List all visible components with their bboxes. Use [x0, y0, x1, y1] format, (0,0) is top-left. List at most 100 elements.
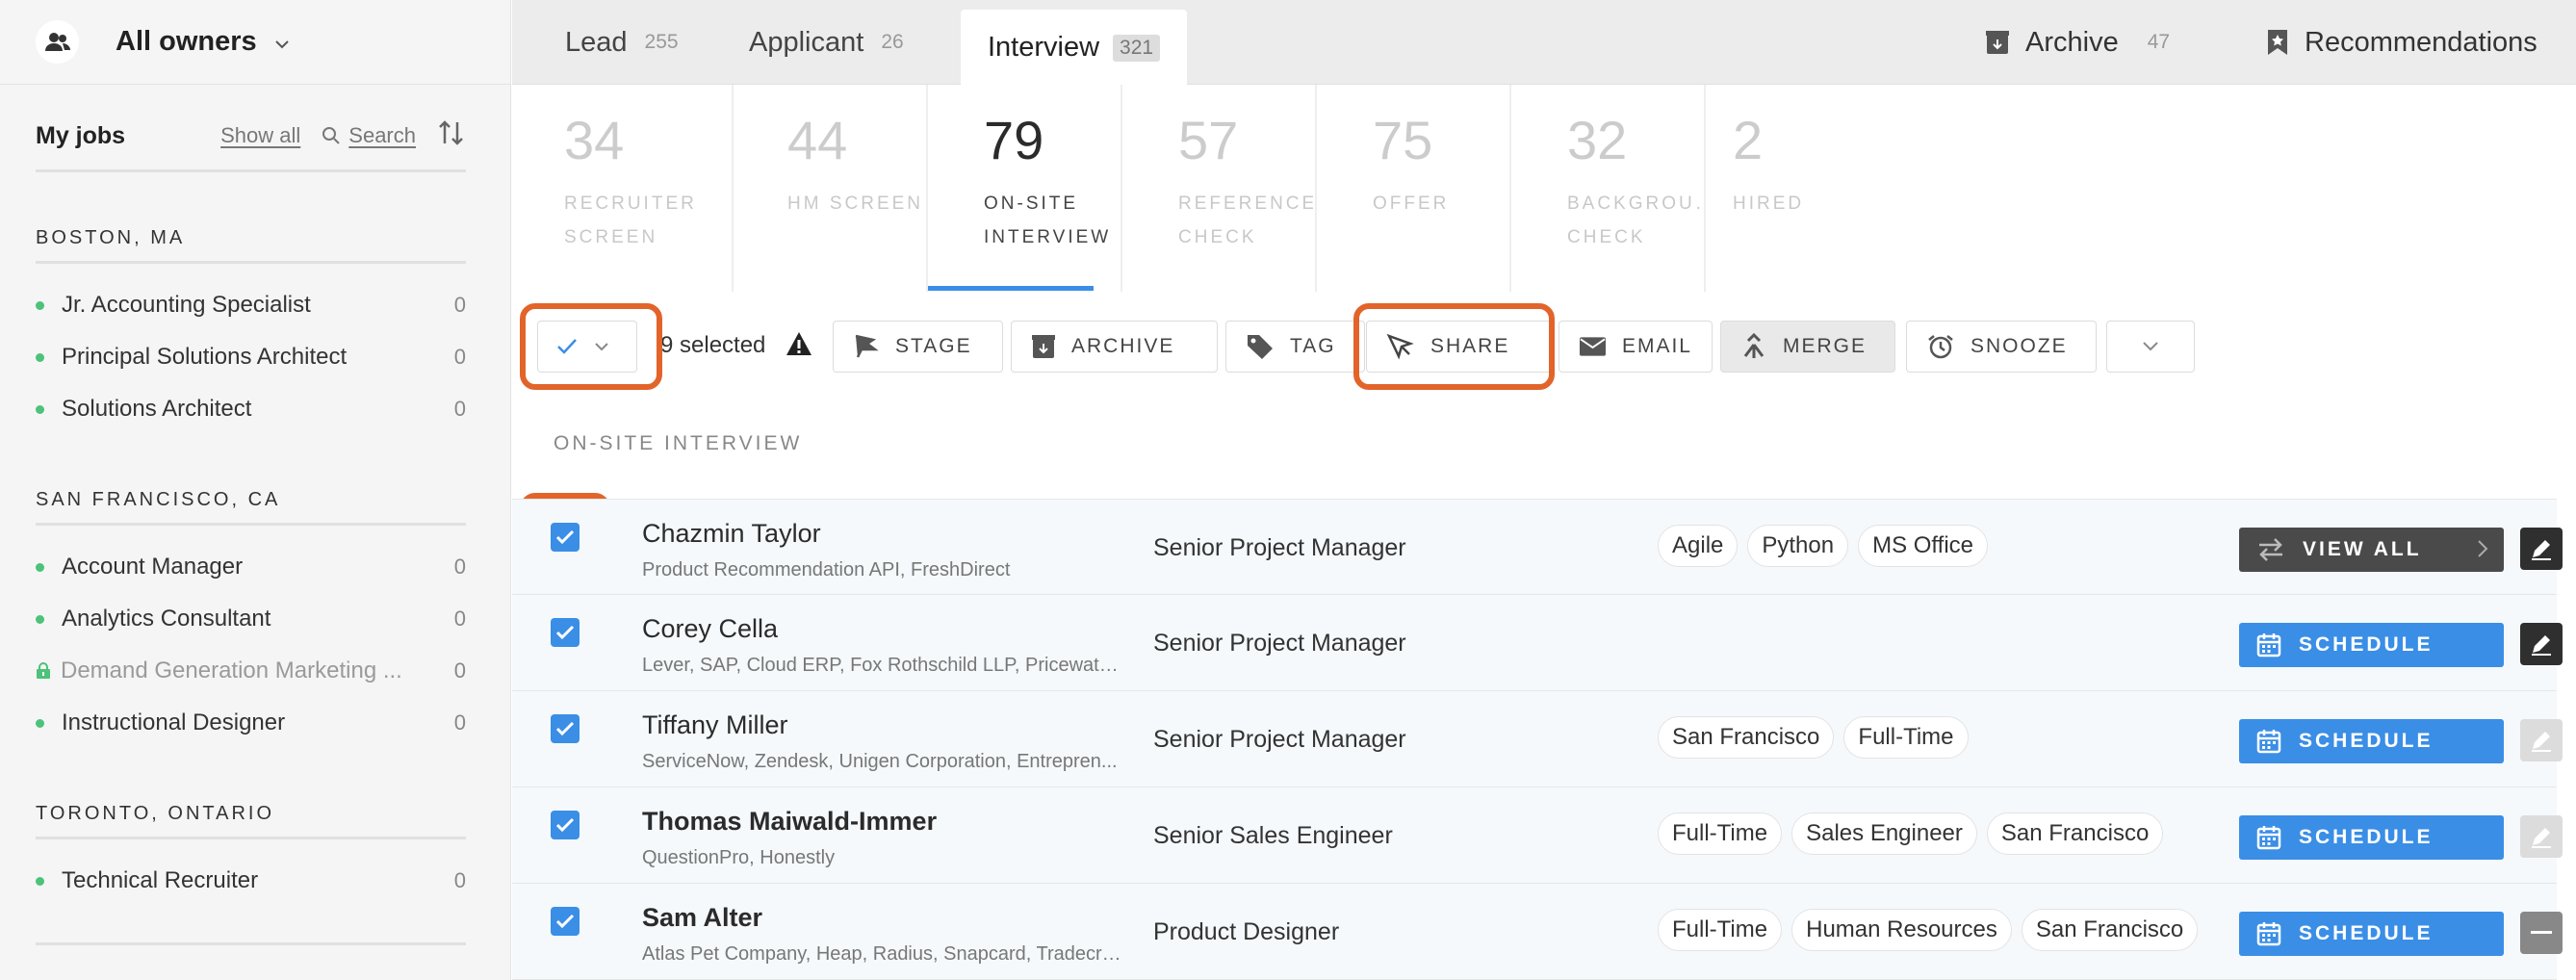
tag-chip[interactable]: Sales Engineer [1791, 812, 1977, 855]
more-actions-button[interactable] [2106, 321, 2195, 373]
job-name: Solutions Architect [62, 396, 252, 422]
tag-chip[interactable]: Full-Time [1843, 716, 1969, 759]
button-label: SCHEDULE [2299, 633, 2434, 656]
tab-applicant[interactable]: Applicant 26 [749, 0, 904, 85]
highlight-select-dropdown [520, 303, 662, 390]
edit-icon[interactable] [2520, 623, 2563, 665]
job-item[interactable]: Demand Generation Marketing ... 0 [36, 645, 466, 697]
job-item[interactable]: Analytics Consultant 0 [36, 593, 466, 645]
tab-label: Interview [988, 32, 1100, 63]
row-checkbox[interactable] [551, 618, 580, 647]
my-jobs-title: My jobs [36, 121, 126, 149]
tag-chip[interactable]: MS Office [1858, 525, 1989, 567]
candidate-companies: Product Recommendation API, FreshDirect [642, 559, 1011, 580]
checkmark-icon [555, 529, 575, 545]
stage-recruiter-screen[interactable]: 34 RECRUITER SCREEN [512, 85, 734, 292]
stage-bar: 34 RECRUITER SCREEN 44 HM SCREEN 79 ON-SITE… [512, 85, 1831, 292]
button-label: MERGE [1783, 335, 1868, 357]
tab-recommendations[interactable]: Recommendations [2266, 0, 2537, 85]
table-row[interactable]: Sam Alter Atlas Pet Company, Heap, Radiu… [512, 884, 2563, 980]
pipeline-tabs: Lead 255 Applicant 26 Interview 321 Archive… [512, 0, 2576, 86]
edit-icon[interactable] [2520, 815, 2563, 858]
job-item[interactable]: Instructional Designer 0 [36, 697, 466, 749]
edit-icon[interactable] [2520, 528, 2563, 570]
candidate-name[interactable]: Tiffany Miller [642, 710, 788, 740]
search-icon [322, 127, 340, 144]
table-row[interactable]: Thomas Maiwald-Immer QuestionPro, Honest… [512, 787, 2563, 884]
table-row[interactable]: Tiffany Miller ServiceNow, Zendesk, Unig… [512, 691, 2563, 787]
stage-reference-check[interactable]: 57 REFERENCE CHECK [1122, 85, 1317, 292]
stage-offer[interactable]: 75 OFFER [1317, 85, 1511, 292]
stage-background-check[interactable]: 32 BACKGROU… CHECK [1511, 85, 1706, 292]
tag-chip[interactable]: Full-Time [1658, 812, 1783, 855]
stage-hm-screen[interactable]: 44 HM SCREEN [734, 85, 928, 292]
stage-button[interactable]: STAGE [833, 321, 1003, 373]
tag-chip[interactable]: Agile [1658, 525, 1739, 567]
stage-label: HIRED [1733, 193, 1805, 214]
job-item[interactable]: Account Manager 0 [36, 541, 466, 593]
job-name: Account Manager [62, 554, 244, 580]
edit-icon[interactable] [2520, 719, 2563, 761]
row-checkbox[interactable] [551, 907, 580, 936]
show-all-link[interactable]: Show all [220, 123, 300, 148]
job-name: Jr. Accounting Specialist [62, 292, 311, 318]
email-button[interactable]: EMAIL [1558, 321, 1713, 373]
table-row[interactable]: Chazmin Taylor Product Recommendation AP… [512, 499, 2563, 595]
tag-chip[interactable]: San Francisco [1658, 716, 1835, 759]
job-count: 0 [453, 606, 466, 631]
table-row[interactable]: Corey Cella Lever, SAP, Cloud ERP, Fox R… [512, 595, 2563, 691]
tag-chip[interactable]: Full-Time [1658, 909, 1783, 951]
merge-button[interactable]: MERGE [1720, 321, 1895, 373]
warning-icon[interactable] [785, 330, 813, 357]
candidate-name[interactable]: Chazmin Taylor [642, 519, 821, 549]
archive-icon [1032, 335, 1055, 358]
owner-selector[interactable]: All owners [0, 0, 510, 85]
calendar-icon [2256, 826, 2281, 850]
divider [36, 942, 466, 945]
sort-icon[interactable] [437, 119, 466, 152]
stage-on-site-interview[interactable]: 79 ON-SITE INTERVIEW [928, 85, 1122, 292]
candidate-tags: Full-Time Human Resources San Francisco [1658, 909, 2199, 951]
schedule-button[interactable]: SCHEDULE [2239, 623, 2504, 667]
email-icon [1579, 337, 1607, 356]
job-item[interactable]: Jr. Accounting Specialist 0 [36, 279, 466, 331]
candidate-name[interactable]: Corey Cella [642, 614, 778, 644]
tab-interview[interactable]: Interview 321 [961, 10, 1188, 86]
row-checkbox[interactable] [551, 811, 580, 839]
candidate-tags: San Francisco Full-Time [1658, 716, 1969, 759]
schedule-button[interactable]: SCHEDULE [2239, 912, 2504, 956]
row-checkbox[interactable] [551, 714, 580, 743]
tag-chip[interactable]: San Francisco [1986, 812, 2164, 855]
candidate-position: Senior Project Manager [1153, 534, 1406, 561]
job-item[interactable]: Technical Recruiter 0 [36, 855, 466, 907]
candidate-name[interactable]: Thomas Maiwald-Immer [642, 807, 937, 837]
minus-icon[interactable] [2520, 912, 2563, 954]
tag-chip[interactable]: Human Resources [1791, 909, 2012, 951]
my-jobs-header: My jobs Show all Search [36, 117, 466, 172]
button-label: STAGE [895, 335, 972, 357]
tab-archive[interactable]: Archive 47 [1985, 0, 2170, 85]
active-dot-icon [36, 562, 44, 572]
highlight-share-button [1353, 303, 1555, 390]
snooze-button[interactable]: SNOOZE [1906, 321, 2097, 373]
view-all-button[interactable]: VIEW ALL [2239, 528, 2504, 572]
button-label: EMAIL [1621, 335, 1692, 357]
search-link[interactable]: Search [322, 123, 416, 148]
job-count: 0 [453, 868, 466, 892]
tag-button[interactable]: TAG [1225, 321, 1365, 373]
stage-hired[interactable]: 2 HIRED [1706, 85, 1831, 292]
tab-lead[interactable]: Lead 255 [565, 0, 679, 85]
stage-count: 57 [1178, 110, 1239, 170]
tag-chip[interactable]: San Francisco [2021, 909, 2199, 951]
row-checkbox[interactable] [551, 523, 580, 552]
archive-button[interactable]: ARCHIVE [1011, 321, 1218, 373]
calendar-icon [2256, 922, 2281, 946]
tag-chip[interactable]: Python [1747, 525, 1849, 567]
schedule-button[interactable]: SCHEDULE [2239, 719, 2504, 763]
job-item[interactable]: Solutions Architect 0 [36, 383, 466, 435]
candidate-position: Senior Project Manager [1153, 726, 1406, 753]
candidate-name[interactable]: Sam Alter [642, 903, 762, 933]
job-item[interactable]: Principal Solutions Architect 0 [36, 331, 466, 383]
schedule-button[interactable]: SCHEDULE [2239, 815, 2504, 860]
job-name: Instructional Designer [62, 709, 286, 735]
